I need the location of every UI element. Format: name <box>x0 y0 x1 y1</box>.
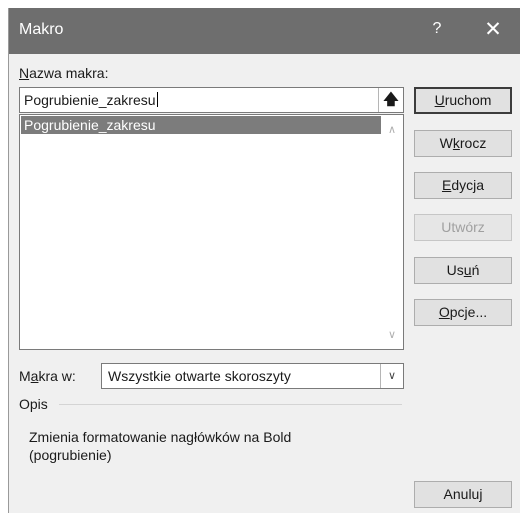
scroll-down-icon[interactable]: ∨ <box>381 328 403 341</box>
macro-name-input[interactable]: Pogrubienie_zakresu 🡅 <box>19 87 404 113</box>
create-button[interactable]: Utwórz <box>414 214 512 241</box>
text-caret <box>156 92 158 107</box>
list-scrollbar[interactable]: ∧ ∨ <box>381 115 403 349</box>
cancel-button[interactable]: Anuluj <box>414 481 512 508</box>
macros-in-label: Makra w: <box>19 368 76 384</box>
scroll-up-icon[interactable]: ∧ <box>381 123 403 136</box>
help-button[interactable]: ? <box>427 20 447 38</box>
macro-name-value: Pogrubienie_zakresu <box>24 92 156 108</box>
list-item[interactable]: Pogrubienie_zakresu <box>21 116 381 134</box>
close-button[interactable]: ✕ <box>481 17 505 42</box>
description-section-label: Opis <box>19 396 48 412</box>
macros-in-value: Wszystkie otwarte skoroszyty <box>108 368 291 384</box>
macros-in-select[interactable]: Wszystkie otwarte skoroszyty ∨ <box>101 363 404 389</box>
edit-button[interactable]: Edycja <box>414 172 512 199</box>
delete-button[interactable]: Usuń <box>414 257 512 284</box>
macro-description: Zmienia formatowanie nagłówków na Bold (… <box>29 429 292 463</box>
description-divider <box>59 404 402 405</box>
run-button[interactable]: Uruchom <box>414 87 512 114</box>
chevron-down-icon[interactable]: ∨ <box>380 364 403 388</box>
macro-list[interactable]: Pogrubienie_zakresu ∧ ∨ <box>19 114 404 350</box>
step-into-button[interactable]: Wkrocz <box>414 130 512 157</box>
title-bar: Makro ? ✕ <box>9 8 520 54</box>
options-button[interactable]: Opcje... <box>414 299 512 326</box>
dialog-title: Makro <box>19 21 64 38</box>
collapse-arrow-icon[interactable]: 🡅 <box>378 88 403 112</box>
macro-name-label: Nazwa makra: <box>19 65 109 81</box>
macro-dialog: Makro ? ✕ Nazwa makra: Pogrubienie_zakre… <box>8 8 520 513</box>
